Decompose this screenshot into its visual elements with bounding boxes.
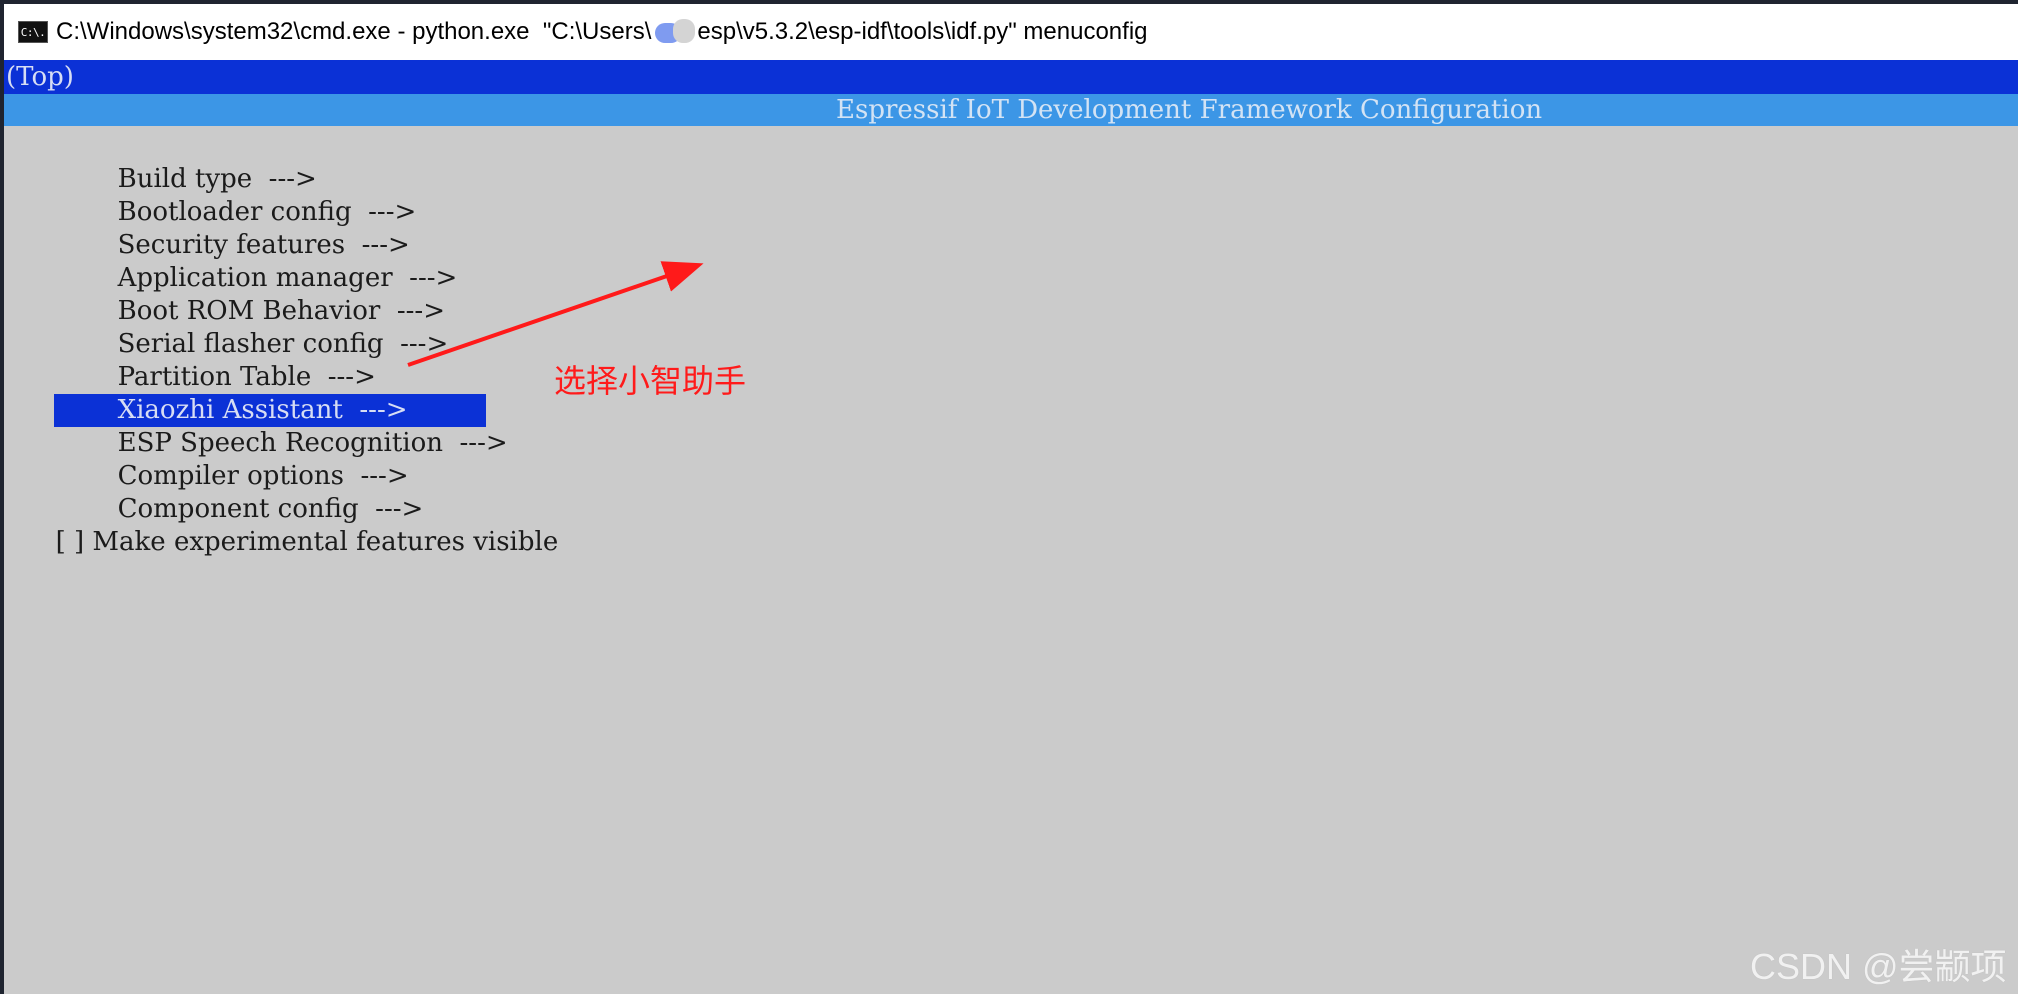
menu-item-label: Security features ---> bbox=[117, 230, 410, 260]
menu-item-label: Build type ---> bbox=[117, 164, 317, 194]
menu-item-label-selected: Xiaozhi Assistant ---> bbox=[53, 394, 486, 427]
menu-item-label: Application manager ---> bbox=[117, 263, 458, 293]
annotation-text: 选择小智助手 bbox=[554, 362, 747, 400]
cmd-icon: C:\. bbox=[18, 21, 48, 43]
menu-item-label: Boot ROM Behavior ---> bbox=[117, 296, 445, 326]
menuconfig-title: Espressif IoT Development Framework Conf… bbox=[836, 95, 1543, 125]
menu-item-label: Serial flasher config ---> bbox=[117, 329, 449, 359]
redacted-username-icon bbox=[653, 19, 697, 45]
menuconfig-header: Espressif IoT Development Framework Conf… bbox=[4, 94, 2018, 126]
breadcrumb: (Top) bbox=[4, 60, 2018, 94]
menu-item-label: Component config ---> bbox=[117, 494, 424, 524]
menu-list: Build type ---> Bootloader config ---> S… bbox=[4, 130, 2018, 557]
menu-item-label: Compiler options ---> bbox=[117, 461, 409, 491]
menu-item-label: Partition Table ---> bbox=[117, 362, 376, 392]
title-bar[interactable]: C:\. C:\Windows\system32\cmd.exe - pytho… bbox=[4, 4, 2018, 60]
menu-item-build-type[interactable]: Build type ---> bbox=[4, 130, 2018, 194]
window-title-suffix: esp\v5.3.2\esp-idf\tools\idf.py" menucon… bbox=[697, 18, 1148, 45]
terminal-window: C:\. C:\Windows\system32\cmd.exe - pytho… bbox=[4, 4, 2018, 994]
watermark: CSDN @尝颛项 bbox=[1750, 946, 2007, 987]
window-title: C:\Windows\system32\cmd.exe - python.exe… bbox=[56, 18, 1148, 46]
menu-item-label: [ ] Make experimental features visible bbox=[55, 527, 559, 557]
menu-item-label: ESP Speech Recognition ---> bbox=[117, 428, 508, 458]
window-title-prefix: C:\Windows\system32\cmd.exe - python.exe… bbox=[56, 18, 652, 45]
menu-item-label: Bootloader config ---> bbox=[117, 197, 417, 227]
